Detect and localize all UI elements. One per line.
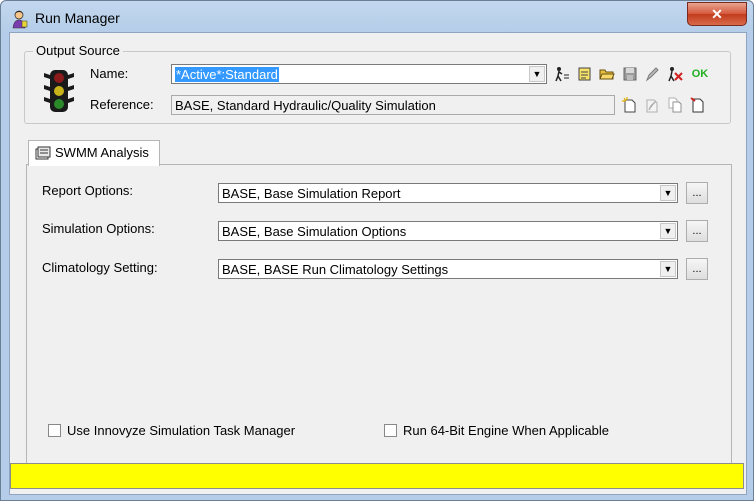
dialog-client-area: Output Source Name: *Active*:Standard ▼ [9, 32, 747, 495]
reference-value: BASE, Standard Hydraulic/Quality Simulat… [175, 98, 436, 113]
tab-swmm-analysis[interactable]: SWMM Analysis [28, 140, 160, 166]
reference-label: Reference: [90, 97, 154, 112]
report-options-combobox[interactable]: BASE, Base Simulation Report ▼ [218, 183, 678, 203]
app-person-icon [12, 10, 28, 29]
report-options-browse-button[interactable]: ... [686, 182, 708, 204]
delete-person-icon[interactable] [666, 65, 684, 83]
chevron-down-icon[interactable]: ▼ [660, 261, 676, 277]
reference-field: BASE, Standard Hydraulic/Quality Simulat… [171, 95, 615, 115]
simulation-options-value: BASE, Base Simulation Options [222, 224, 407, 239]
climatology-setting-browse-button[interactable]: ... [686, 258, 708, 280]
open-folder-icon[interactable] [598, 65, 616, 83]
climatology-setting-value: BASE, BASE Run Climatology Settings [222, 262, 449, 277]
close-icon: ✕ [711, 5, 723, 22]
analysis-icon [35, 146, 51, 160]
window-title: Run Manager [35, 10, 120, 26]
properties-icon[interactable] [576, 65, 594, 83]
close-button[interactable]: ✕ [687, 2, 747, 26]
run-manager-window: Run Manager ✕ Output Source Name: *Activ… [0, 0, 754, 501]
edit-reference-icon[interactable] [643, 96, 661, 114]
chevron-down-icon[interactable]: ▼ [660, 223, 676, 239]
status-bar [10, 463, 744, 489]
report-options-value: BASE, Base Simulation Report [222, 186, 401, 201]
climatology-setting-label: Climatology Setting: [42, 260, 158, 275]
traffic-light-icon [44, 70, 74, 112]
name-combobox[interactable]: *Active*:Standard ▼ [171, 64, 547, 84]
chevron-down-icon[interactable]: ▼ [529, 66, 545, 82]
tab-label: SWMM Analysis [55, 145, 149, 160]
save-icon[interactable] [621, 65, 639, 83]
name-label: Name: [90, 66, 129, 81]
climatology-setting-combobox[interactable]: BASE, BASE Run Climatology Settings ▼ [218, 259, 678, 279]
output-source-label: Output Source [33, 43, 123, 58]
simulation-options-browse-button[interactable]: ... [686, 220, 708, 242]
simulation-options-combobox[interactable]: BASE, Base Simulation Options ▼ [218, 221, 678, 241]
ok-icon[interactable]: OK [689, 65, 711, 83]
engine-64bit-checkbox[interactable] [384, 424, 397, 437]
report-options-label: Report Options: [42, 183, 134, 198]
task-manager-label[interactable]: Use Innovyze Simulation Task Manager [67, 423, 295, 438]
simulation-options-label: Simulation Options: [42, 221, 155, 236]
name-value: *Active*:Standard [175, 67, 279, 82]
new-reference-icon[interactable] [621, 96, 639, 114]
copy-reference-icon[interactable] [666, 96, 684, 114]
edit-pen-icon[interactable] [643, 65, 661, 83]
run-person-icon[interactable] [553, 65, 571, 83]
chevron-down-icon[interactable]: ▼ [660, 185, 676, 201]
engine-64bit-label[interactable]: Run 64-Bit Engine When Applicable [403, 423, 609, 438]
title-bar[interactable]: Run Manager ✕ [1, 1, 753, 33]
delete-reference-icon[interactable] [689, 96, 707, 114]
task-manager-checkbox[interactable] [48, 424, 61, 437]
